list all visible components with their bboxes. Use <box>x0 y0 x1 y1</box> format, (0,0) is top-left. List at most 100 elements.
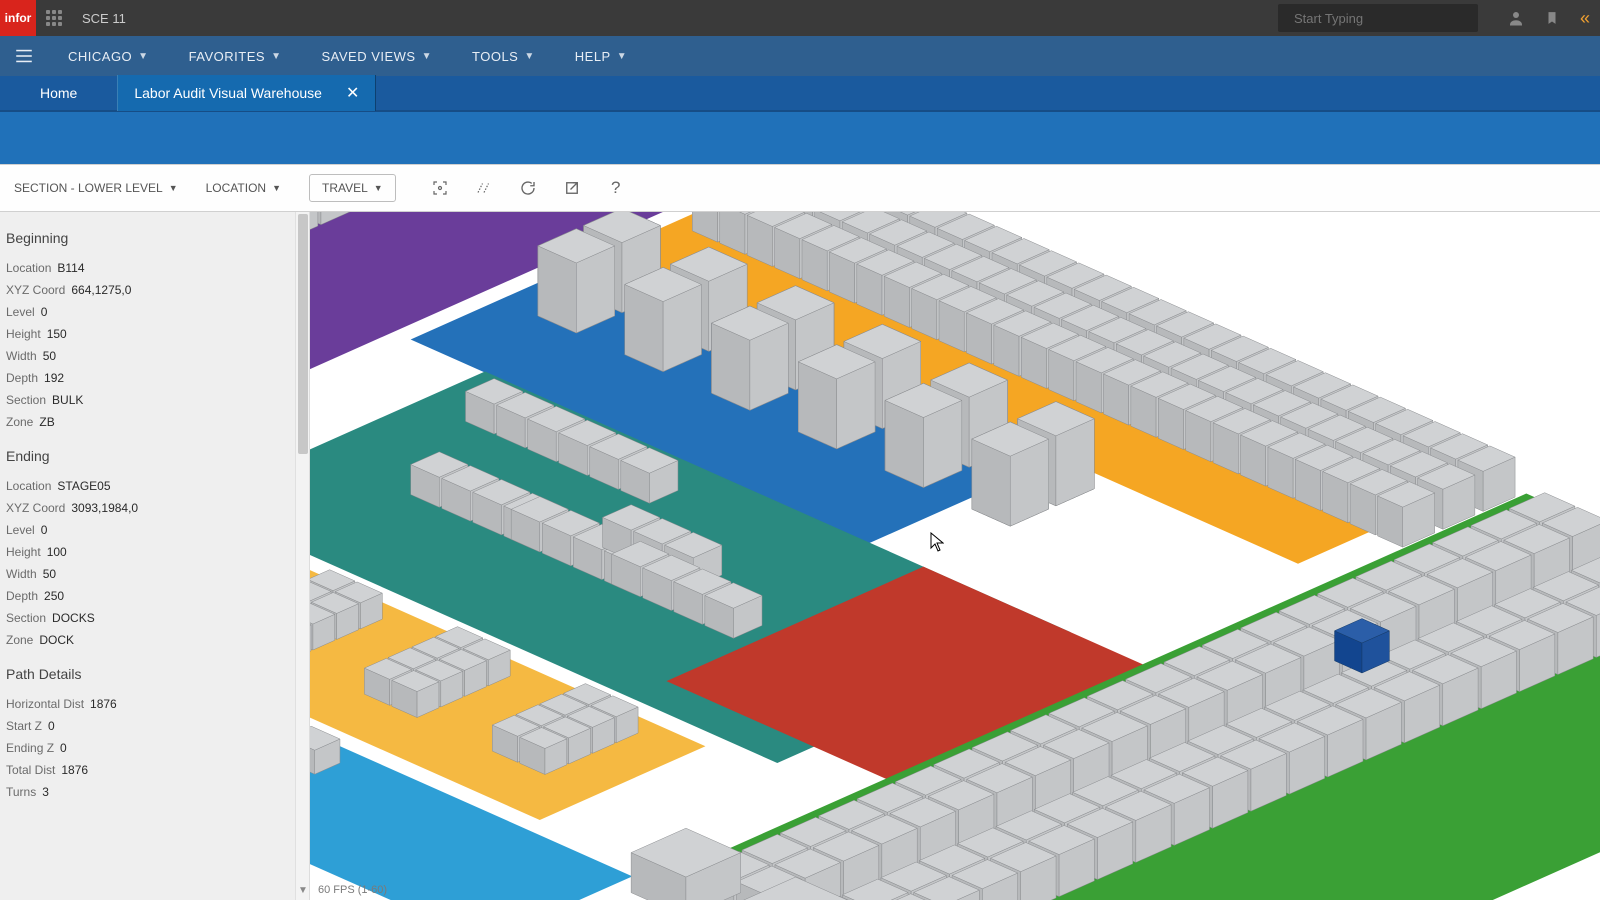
sidebar-scrollbar[interactable]: ▼ <box>295 212 309 900</box>
menu-label: FAVORITES <box>189 49 266 64</box>
dd-label: SECTION - LOWER LEVEL <box>14 181 163 195</box>
menu-label: TOOLS <box>472 49 518 64</box>
refresh-icon[interactable] <box>506 170 550 206</box>
tab-label: Labor Audit Visual Warehouse <box>134 85 322 101</box>
detail-row: Location STAGE05 <box>6 478 309 494</box>
detail-value: 1876 <box>61 762 88 778</box>
detail-row: Ending Z 0 <box>6 740 309 756</box>
detail-row: Horizontal Dist 1876 <box>6 696 309 712</box>
detail-label: Horizontal Dist <box>6 696 84 712</box>
menu-saved-views[interactable]: SAVED VIEWS ▼ <box>301 36 452 76</box>
menu-chicago[interactable]: CHICAGO▼ <box>48 36 169 76</box>
detail-row: Total Dist 1876 <box>6 762 309 778</box>
open-external-icon[interactable] <box>550 170 594 206</box>
menu-label: HELP <box>575 49 611 64</box>
dd-location[interactable]: LOCATION ▼ <box>206 181 281 195</box>
detail-row: Width 50 <box>6 566 309 582</box>
detail-value: ZB <box>39 414 54 430</box>
detail-value: 192 <box>44 370 64 386</box>
detail-row: Height100 <box>6 544 309 560</box>
detail-label: Location <box>6 478 51 494</box>
detail-label: Level <box>6 522 35 538</box>
help-icon[interactable]: ? <box>594 170 638 206</box>
detail-value: 50 <box>43 348 56 364</box>
detail-value: 664,1275,0 <box>71 282 131 298</box>
detail-label: Zone <box>6 632 33 648</box>
detail-row: LocationB114 <box>6 260 309 276</box>
user-icon[interactable] <box>1498 0 1534 36</box>
chevron-down-icon: ▼ <box>374 183 383 193</box>
detail-label: Width <box>6 566 37 582</box>
detail-row: Depth 192 <box>6 370 309 386</box>
detail-value: 100 <box>47 544 67 560</box>
detail-row: Zone ZB <box>6 414 309 430</box>
menu-label: SAVED VIEWS <box>321 49 415 64</box>
menu-tools[interactable]: TOOLS ▼ <box>452 36 555 76</box>
detail-label: Turns <box>6 784 36 800</box>
detail-row: SectionDOCKS <box>6 610 309 626</box>
search-input[interactable] <box>1294 11 1470 26</box>
details-panel: Beginning LocationB114XYZ Coord664,1275,… <box>0 212 310 900</box>
hamburger-icon[interactable] <box>0 36 48 76</box>
detail-label: Level <box>6 304 35 320</box>
focus-icon[interactable] <box>418 170 462 206</box>
dd-label: LOCATION <box>206 181 266 195</box>
detail-value: 250 <box>44 588 64 604</box>
detail-value: 3093,1984,0 <box>71 500 138 516</box>
tab-home[interactable]: Home <box>0 75 117 111</box>
detail-row: Turns3 <box>6 784 309 800</box>
chevron-down-icon: ▼ <box>617 51 627 62</box>
detail-label: Section <box>6 392 46 408</box>
chevron-down-icon: ▼ <box>272 183 281 193</box>
detail-label: Depth <box>6 370 38 386</box>
warehouse-3d-view[interactable]: 60 FPS (1-60) <box>310 212 1600 900</box>
detail-row: XYZ Coord 3093,1984,0 <box>6 500 309 516</box>
bookmark-icon[interactable] <box>1534 0 1570 36</box>
tab-label: Home <box>40 85 77 101</box>
collapse-panel-icon[interactable]: « <box>1570 8 1600 29</box>
dd-section[interactable]: SECTION - LOWER LEVEL ▼ <box>14 181 178 195</box>
detail-row: Depth 250 <box>6 588 309 604</box>
chevron-down-icon: ▼ <box>138 51 148 62</box>
detail-row: Height150 <box>6 326 309 342</box>
section-path: Path Details <box>6 666 309 682</box>
tab-labor-audit[interactable]: Labor Audit Visual Warehouse ✕ <box>117 75 376 111</box>
scroll-down-icon[interactable]: ▼ <box>296 885 310 896</box>
close-icon[interactable]: ✕ <box>346 83 359 103</box>
detail-row: Start Z0 <box>6 718 309 734</box>
detail-row: Level0 <box>6 304 309 320</box>
section-ending: Ending <box>6 448 309 464</box>
detail-label: XYZ Coord <box>6 282 65 298</box>
detail-value: 50 <box>43 566 56 582</box>
menu-help[interactable]: HELP ▼ <box>555 36 647 76</box>
detail-label: Ending Z <box>6 740 54 756</box>
detail-label: Depth <box>6 588 38 604</box>
chevron-down-icon: ▼ <box>169 183 178 193</box>
section-beginning: Beginning <box>6 230 309 246</box>
detail-value: 0 <box>48 718 55 734</box>
detail-row: Level 0 <box>6 522 309 538</box>
chevron-down-icon: ▼ <box>524 51 534 62</box>
brand-logo[interactable]: infor <box>0 0 36 36</box>
path-icon[interactable] <box>462 170 506 206</box>
search-box[interactable] <box>1278 4 1478 32</box>
detail-label: Zone <box>6 414 33 430</box>
detail-label: XYZ Coord <box>6 500 65 516</box>
detail-value: 1876 <box>90 696 117 712</box>
detail-label: Total Dist <box>6 762 55 778</box>
chevron-down-icon: ▼ <box>422 51 432 62</box>
detail-value: DOCK <box>39 632 74 648</box>
detail-value: 0 <box>41 522 48 538</box>
detail-value: 0 <box>60 740 67 756</box>
app-title: SCE 11 <box>72 11 126 26</box>
menu-favorites[interactable]: FAVORITES ▼ <box>169 36 302 76</box>
fps-readout: 60 FPS (1-60) <box>318 884 387 896</box>
detail-value: BULK <box>52 392 83 408</box>
detail-value: STAGE05 <box>57 478 110 494</box>
detail-label: Section <box>6 610 46 626</box>
detail-value: B114 <box>57 260 84 276</box>
app-launcher-icon[interactable] <box>36 0 72 36</box>
detail-row: Zone DOCK <box>6 632 309 648</box>
chevron-down-icon: ▼ <box>271 51 281 62</box>
dd-travel[interactable]: TRAVEL▼ <box>309 174 396 202</box>
